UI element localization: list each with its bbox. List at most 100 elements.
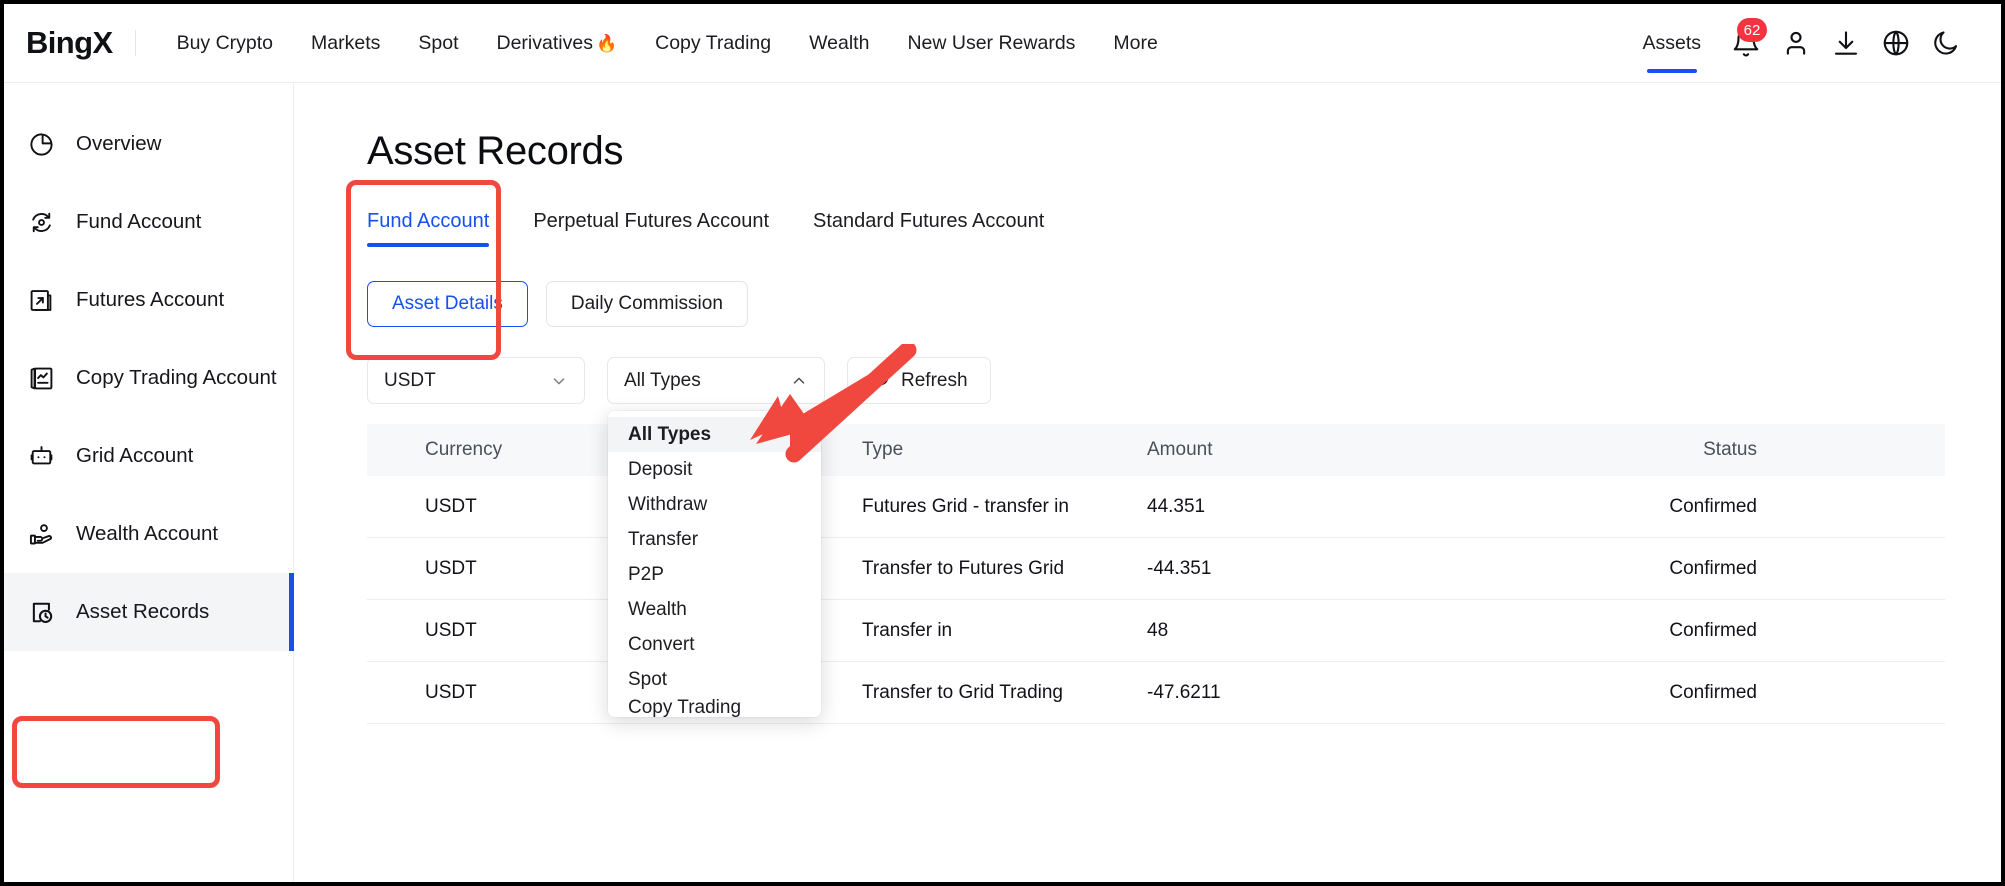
sidebar-item-grid-account[interactable]: Grid Account — [4, 417, 293, 495]
cell-amount: -47.6211 — [1147, 682, 1517, 704]
dropdown-option-copy-trading[interactable]: Copy Trading — [608, 697, 821, 717]
main-content: Asset Records Fund Account Perpetual Fut… — [295, 83, 2001, 886]
table-row[interactable]: USDT Transfer to Grid Trading -47.6211 C… — [367, 662, 1945, 724]
cell-amount: 48 — [1147, 620, 1517, 642]
sidebar-item-label: Asset Records — [76, 600, 209, 624]
refresh-button[interactable]: Refresh — [847, 357, 991, 404]
cell-type: Transfer to Grid Trading — [862, 682, 1147, 704]
bingx-logo[interactable]: BingX — [26, 25, 113, 61]
tab-standard-futures-account[interactable]: Standard Futures Account — [813, 210, 1044, 247]
language-button[interactable] — [1871, 18, 1921, 68]
sidebar-item-asset-records[interactable]: Asset Records — [4, 573, 293, 651]
refresh-label: Refresh — [901, 370, 968, 392]
cell-currency: USDT — [367, 558, 637, 580]
table-row[interactable]: USDT Transfer to Futures Grid -44.351 Co… — [367, 538, 1945, 600]
sidebar-item-label: Fund Account — [76, 210, 201, 234]
nav-link-wealth[interactable]: Wealth — [790, 32, 888, 55]
assets-label: Assets — [1642, 32, 1701, 55]
nav-label: Markets — [311, 32, 380, 55]
cell-status: Confirmed — [1517, 682, 1837, 704]
sidebar-item-fund-account[interactable]: Fund Account — [4, 183, 293, 261]
dropdown-option-deposit[interactable]: Deposit — [608, 452, 821, 487]
nav-link-new-user-rewards[interactable]: New User Rewards — [888, 32, 1094, 55]
notifications-button[interactable]: 62 — [1721, 18, 1771, 68]
column-header-status: Status — [1517, 439, 1837, 461]
dropdown-option-withdraw[interactable]: Withdraw — [608, 487, 821, 522]
dropdown-option-convert[interactable]: Convert — [608, 627, 821, 662]
globe-icon — [1881, 28, 1911, 58]
sidebar-item-label: Overview — [76, 132, 161, 156]
nav-label: Buy Crypto — [177, 32, 273, 55]
cell-currency: USDT — [367, 496, 637, 518]
cell-amount: -44.351 — [1147, 558, 1517, 580]
document-arrow-icon — [26, 285, 56, 315]
tab-fund-account[interactable]: Fund Account — [367, 210, 489, 247]
nav-link-copy-trading[interactable]: Copy Trading — [636, 32, 790, 55]
robot-icon — [26, 441, 56, 471]
nav-label: New User Rewards — [907, 32, 1075, 55]
sidebar-item-label: Wealth Account — [76, 522, 218, 546]
column-header-amount: Amount — [1147, 439, 1517, 461]
nav-link-assets[interactable]: Assets — [1622, 4, 1721, 83]
nav-label: Wealth — [809, 32, 869, 55]
nav-link-buy-crypto[interactable]: Buy Crypto — [158, 32, 292, 55]
cell-status: Confirmed — [1517, 620, 1837, 642]
app-window: BingX Buy Crypto Markets Spot Derivative… — [0, 0, 2005, 886]
nav-right-cluster: Assets 62 — [1622, 4, 2001, 83]
hand-coin-icon — [26, 519, 56, 549]
table-header-row: Currency Type Amount Status — [367, 424, 1945, 476]
cell-status: Confirmed — [1517, 558, 1837, 580]
sidebar-item-wealth-account[interactable]: Wealth Account — [4, 495, 293, 573]
sidebar-item-label: Futures Account — [76, 288, 224, 312]
theme-toggle-button[interactable] — [1921, 18, 1971, 68]
download-app-button[interactable] — [1821, 18, 1871, 68]
refresh-icon — [870, 367, 891, 394]
top-navigation-bar: BingX Buy Crypto Markets Spot Derivative… — [4, 4, 2001, 83]
segment-buttons: Asset Details Daily Commission — [367, 281, 2001, 327]
active-tab-indicator — [1647, 69, 1697, 73]
filter-row: USDT All Types All Types Deposit Withdra… — [367, 357, 2001, 404]
cell-type: Futures Grid - transfer in — [862, 496, 1147, 518]
nav-label: Copy Trading — [655, 32, 771, 55]
dropdown-option-transfer[interactable]: Transfer — [608, 522, 821, 557]
type-select-value: All Types — [624, 370, 790, 392]
account-button[interactable] — [1771, 18, 1821, 68]
asset-details-button[interactable]: Asset Details — [367, 281, 528, 327]
nav-link-spot[interactable]: Spot — [399, 32, 477, 55]
tab-perpetual-futures-account[interactable]: Perpetual Futures Account — [533, 210, 769, 247]
sidebar-active-indicator — [289, 573, 294, 651]
sidebar-item-overview[interactable]: Overview — [4, 105, 293, 183]
chevron-down-icon — [550, 372, 568, 390]
primary-nav-links: Buy Crypto Markets Spot Derivatives 🔥 Co… — [158, 32, 1177, 55]
table-row[interactable]: USDT Transfer in 48 Confirmed — [367, 600, 1945, 662]
sidebar-item-futures-account[interactable]: Futures Account — [4, 261, 293, 339]
asset-records-table: Currency Type Amount Status USDT Futures… — [367, 424, 1945, 724]
page-title: Asset Records — [367, 129, 2001, 174]
table-row[interactable]: USDT Futures Grid - transfer in 44.351 C… — [367, 476, 1945, 538]
type-select[interactable]: All Types All Types Deposit Withdraw Tra… — [607, 357, 825, 404]
cell-type: Transfer to Futures Grid — [862, 558, 1147, 580]
dropdown-option-p2p[interactable]: P2P — [608, 557, 821, 592]
brand-separator — [135, 30, 136, 56]
dropdown-option-all-types[interactable]: All Types — [608, 417, 821, 452]
moon-icon — [1931, 28, 1961, 58]
column-header-type: Type — [862, 439, 1147, 461]
currency-select[interactable]: USDT — [367, 357, 585, 404]
daily-commission-button[interactable]: Daily Commission — [546, 281, 748, 327]
sidebar-item-copy-trading-account[interactable]: Copy Trading Account — [4, 339, 293, 417]
nav-link-markets[interactable]: Markets — [292, 32, 399, 55]
column-header-currency: Currency — [367, 439, 637, 461]
nav-label: Derivatives — [497, 32, 593, 55]
nav-link-derivatives[interactable]: Derivatives 🔥 — [478, 32, 637, 55]
tab-label: Standard Futures Account — [813, 210, 1044, 232]
tab-active-underline — [367, 243, 489, 247]
type-dropdown-menu[interactable]: All Types Deposit Withdraw Transfer P2P … — [608, 411, 821, 717]
nav-link-more[interactable]: More — [1094, 32, 1176, 55]
currency-select-value: USDT — [384, 370, 550, 392]
cell-currency: USDT — [367, 682, 637, 704]
dropdown-option-spot[interactable]: Spot — [608, 662, 821, 697]
pie-chart-icon — [26, 129, 56, 159]
dropdown-option-wealth[interactable]: Wealth — [608, 592, 821, 627]
sidebar-item-label: Copy Trading Account — [76, 366, 277, 390]
cell-type: Transfer in — [862, 620, 1147, 642]
